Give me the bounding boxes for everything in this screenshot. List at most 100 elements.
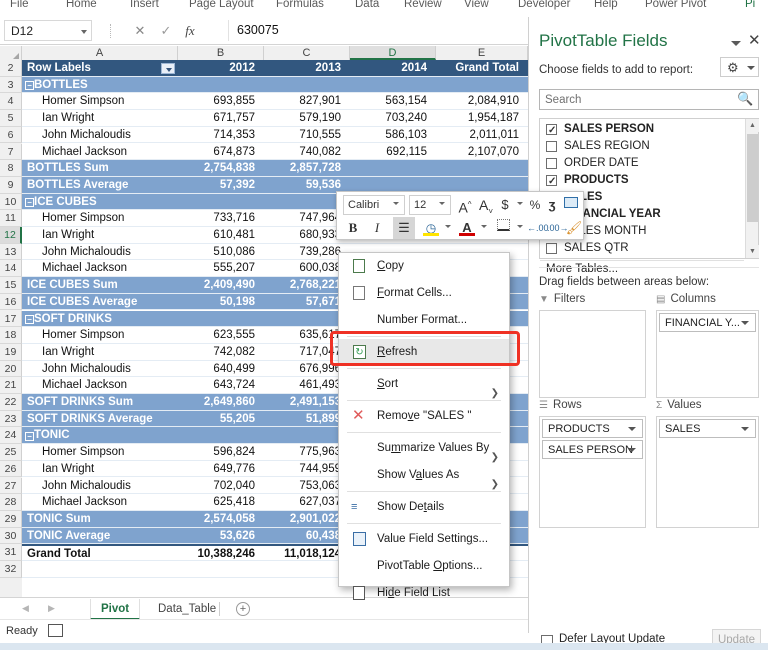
sheet-tab-pivot[interactable]: Pivot <box>90 599 141 620</box>
format-painter-icon[interactable]: 🖌 <box>565 217 583 239</box>
cell-B16[interactable]: 50,198 <box>178 294 264 311</box>
cell-A28[interactable]: Michael Jackson <box>22 494 178 511</box>
font-name-caret-icon[interactable] <box>393 202 399 205</box>
field-chip-products[interactable]: PRODUCTS <box>542 419 643 438</box>
cell-A13[interactable]: John Michaloudis <box>22 244 178 261</box>
cell-B9[interactable]: 57,392 <box>178 177 264 194</box>
ribbon-tab-formulas[interactable]: Formulas <box>276 0 324 12</box>
cell-A16[interactable]: ICE CUBES Average <box>22 294 178 311</box>
cell-B8[interactable]: 2,754,838 <box>178 160 264 177</box>
cell-C8[interactable]: 2,857,728 <box>264 160 350 177</box>
cell-B20[interactable]: 640,499 <box>178 361 264 378</box>
cell-A27[interactable]: John Michaloudis <box>22 478 178 495</box>
cell-B10[interactable] <box>178 194 264 211</box>
cell-A4[interactable]: Homer Simpson <box>22 93 178 110</box>
field-item-sales-region[interactable]: SALES REGION <box>540 138 744 155</box>
cancel-icon[interactable]: ✕ <box>128 20 152 41</box>
cell-C6[interactable]: 710,555 <box>264 127 350 144</box>
mini-formatting-toolbar[interactable]: Calibri 12 A^ A˅ $ % ʒ B I ☰ ◷ A ←.00 .0… <box>336 191 584 240</box>
font-color-caret-icon[interactable] <box>481 225 487 228</box>
decrease-font-size-icon[interactable]: A˅ <box>476 194 496 216</box>
cell-A14[interactable]: Michael Jackson <box>22 260 178 277</box>
bold-icon[interactable]: B <box>343 217 363 239</box>
ribbon-tab-help[interactable]: Help <box>594 0 618 12</box>
cell-C5[interactable]: 579,190 <box>264 110 350 127</box>
row-header-4[interactable]: 4 <box>0 93 22 111</box>
cell-A26[interactable]: Ian Wright <box>22 461 178 478</box>
field-chip-sales-person[interactable]: SALES PERSON <box>542 440 643 459</box>
cell-B7[interactable]: 674,873 <box>178 144 264 161</box>
cell-B5[interactable]: 671,757 <box>178 110 264 127</box>
row-header-9[interactable]: 9 <box>0 176 22 194</box>
cell-B25[interactable]: 596,824 <box>178 444 264 461</box>
field-checkbox[interactable] <box>546 122 557 139</box>
scroll-down-icon[interactable]: ▼ <box>746 245 759 258</box>
cell-C4[interactable]: 827,901 <box>264 93 350 110</box>
cell-A29[interactable]: TONIC Sum <box>22 511 178 528</box>
context-menu-item-copy[interactable]: Copy <box>339 253 509 280</box>
context-menu-item-number-format[interactable]: Number Format... <box>339 307 509 334</box>
cell-A12[interactable]: Ian Wright <box>22 227 178 244</box>
more-tables-link[interactable]: More Tables... <box>540 260 744 277</box>
cell-D2[interactable]: 2014 <box>350 60 436 77</box>
font-color-icon[interactable]: A <box>457 217 477 239</box>
context-menu-item-summarize-values-by[interactable]: Summarize Values By ❯ <box>339 435 509 463</box>
column-header-c[interactable]: C <box>264 46 350 60</box>
ribbon-tab-file[interactable]: File <box>10 0 29 12</box>
context-menu-item-value-field-settings[interactable]: Value Field Settings... <box>339 526 509 553</box>
ribbon-tab-insert[interactable]: Insert <box>130 0 159 12</box>
cell-B2[interactable]: 2012 <box>178 60 264 77</box>
cell-A32[interactable] <box>22 561 178 578</box>
chevron-down-icon[interactable] <box>731 41 741 46</box>
ribbon-tab-page-layout[interactable]: Page Layout <box>189 0 254 12</box>
cell-A2[interactable]: Row Labels <box>22 60 178 77</box>
row-header-23[interactable]: 23 <box>0 410 22 428</box>
cell-B32[interactable] <box>178 561 264 578</box>
cell-A3[interactable]: BOTTLES <box>22 77 178 94</box>
collapse-group-icon[interactable]: − <box>25 431 34 441</box>
row-header-29[interactable]: 29 <box>0 510 22 528</box>
row-header-27[interactable]: 27 <box>0 477 22 495</box>
grid-row[interactable]: John Michaloudis 714,353 710,555 586,103 2,0… <box>22 126 528 144</box>
cell-D5[interactable]: 703,240 <box>350 110 436 127</box>
chip-caret-icon[interactable] <box>741 321 749 325</box>
font-name-combo[interactable]: Calibri <box>343 195 405 215</box>
comma-format-icon[interactable]: ʒ <box>545 194 559 216</box>
context-menu-item-remove-sales[interactable]: ✕ Remove "SALES " <box>339 403 509 430</box>
scrollbar-thumb[interactable] <box>747 134 758 222</box>
cell-A10[interactable]: ICE CUBES <box>22 194 178 211</box>
cell-D8[interactable] <box>350 160 436 177</box>
collapse-group-icon[interactable]: − <box>25 81 34 91</box>
cell-C3[interactable] <box>264 77 350 94</box>
cell-context-menu[interactable]: Copy Format Cells... Number Format... ↻ Refr… <box>338 252 510 600</box>
row-header-8[interactable]: 8 <box>0 160 22 177</box>
row-header-5[interactable]: 5 <box>0 110 22 127</box>
cell-B14[interactable]: 555,207 <box>178 260 264 277</box>
cell-B18[interactable]: 623,555 <box>178 327 264 344</box>
context-menu-item-format-cells[interactable]: Format Cells... <box>339 280 509 307</box>
cell-A17[interactable]: SOFT DRINKS <box>22 311 178 328</box>
field-checkbox[interactable] <box>546 173 557 190</box>
row-header-3[interactable]: 3 <box>0 76 22 94</box>
name-box[interactable]: D12 <box>4 20 92 41</box>
merge-cells-icon[interactable] <box>561 194 581 216</box>
row-header-2[interactable]: 2 <box>0 60 22 77</box>
area-box-values[interactable]: SALES <box>656 416 759 528</box>
check-icon[interactable]: ✓ <box>154 20 178 41</box>
fill-color-caret-icon[interactable] <box>445 225 451 228</box>
row-header-17[interactable]: 17 <box>0 310 22 328</box>
name-box-dropdown-icon[interactable] <box>81 30 87 34</box>
row-header-7[interactable]: 7 <box>0 143 22 161</box>
cell-B30[interactable]: 53,626 <box>178 528 264 545</box>
borders-caret-icon[interactable] <box>517 225 523 228</box>
cell-A7[interactable]: Michael Jackson <box>22 144 178 161</box>
context-menu-item-pivottable-options[interactable]: PivotTable Options... <box>339 553 509 580</box>
cell-E6[interactable]: 2,011,011 <box>436 127 528 144</box>
field-chip-financial-y[interactable]: FINANCIAL Y... <box>659 313 756 332</box>
context-menu-item-hide-field-list[interactable]: Hide Field List <box>339 580 509 607</box>
align-center-icon[interactable]: ☰ <box>393 217 415 239</box>
previous-sheet-icon[interactable]: ◀ <box>22 603 29 614</box>
row-header-25[interactable]: 25 <box>0 444 22 461</box>
collapse-group-icon[interactable]: − <box>25 198 34 208</box>
insert-function-icon[interactable]: fx <box>178 20 202 41</box>
